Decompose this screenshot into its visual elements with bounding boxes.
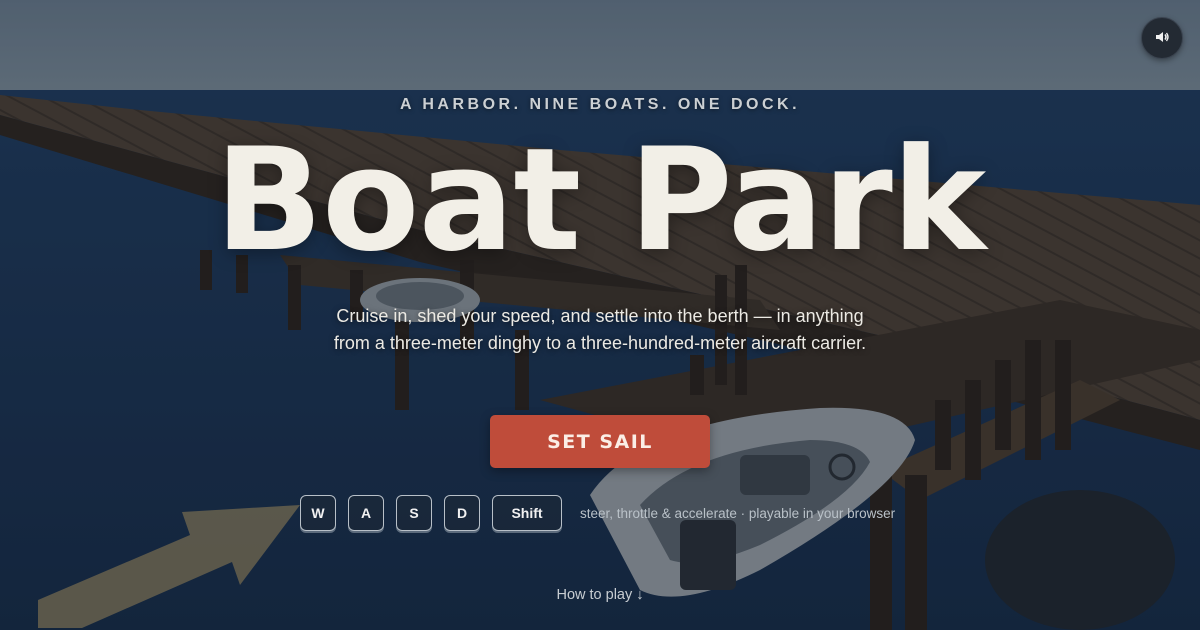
- controls-legend: W A S D Shift steer, throttle & accelera…: [300, 495, 895, 531]
- how-to-play-link[interactable]: How to play ↓: [0, 587, 1200, 603]
- page-title: Boat Park: [214, 118, 986, 283]
- hero: A HARBOR. NINE BOATS. ONE DOCK. Boat Par…: [0, 0, 1200, 630]
- tagline: A HARBOR. NINE BOATS. ONE DOCK.: [399, 96, 801, 113]
- hero-subtitle: Cruise in, shed your speed, and settle i…: [333, 306, 867, 353]
- set-sail-button[interactable]: SET SAIL: [490, 415, 710, 468]
- key-shift: Shift: [492, 495, 562, 531]
- key-s: S: [396, 495, 432, 531]
- key-w: W: [300, 495, 336, 531]
- key-d: D: [444, 495, 480, 531]
- controls-hint: steer, throttle & accelerate · playable …: [580, 505, 896, 521]
- key-a: A: [348, 495, 384, 531]
